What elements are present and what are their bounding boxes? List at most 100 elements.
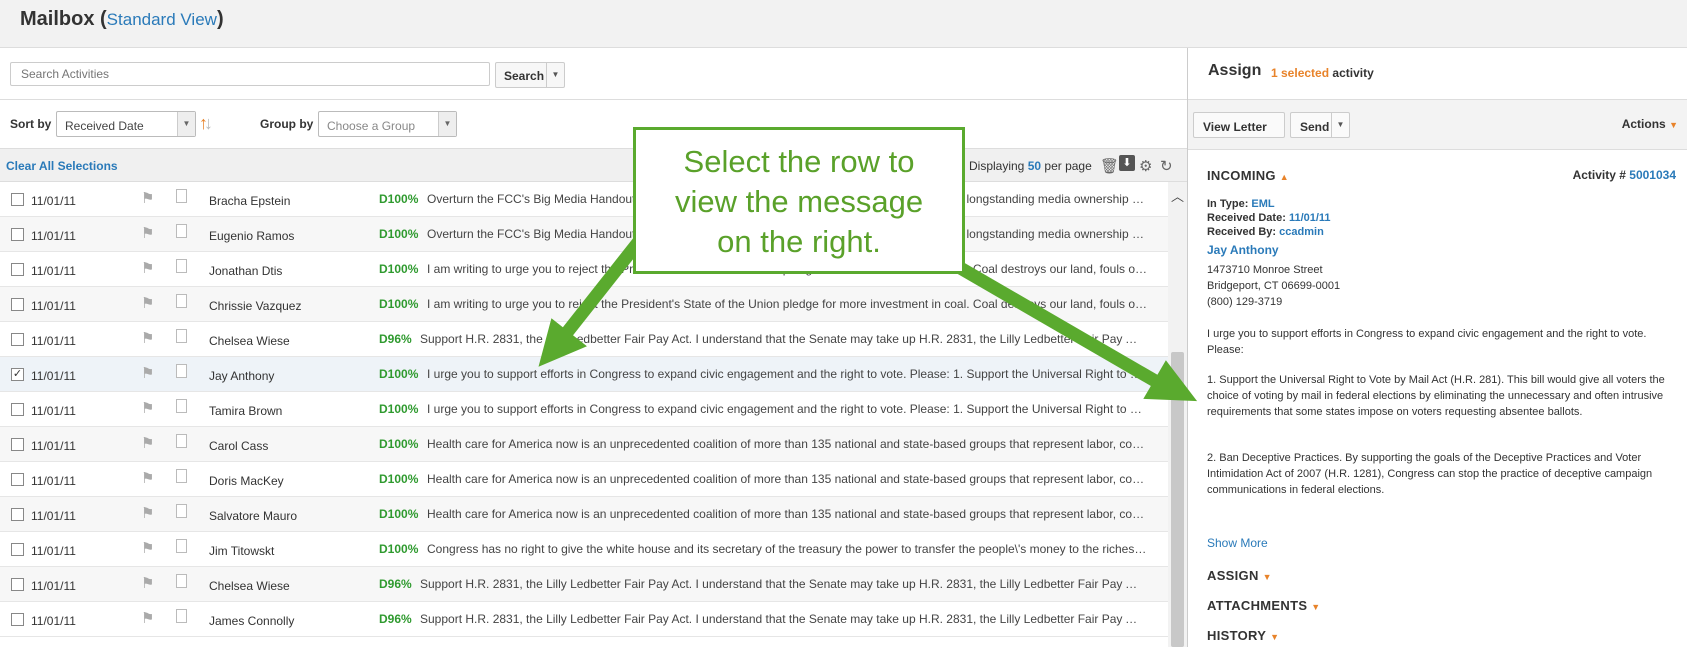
row-checkbox[interactable]: [11, 438, 24, 451]
table-row[interactable]: 11/01/11 ⚑ James Connolly D96% Support H.R. …: [0, 602, 1168, 637]
in-type: In Type: EML: [1207, 198, 1275, 210]
clear-all-selections-link[interactable]: Clear All Selections: [6, 159, 118, 173]
document-icon[interactable]: [176, 469, 187, 483]
row-date: 11/01/11: [31, 369, 76, 383]
flag-icon[interactable]: ⚑: [141, 469, 154, 487]
received-by: Received By: ccadmin: [1207, 226, 1324, 238]
row-checkbox[interactable]: [11, 578, 24, 591]
flag-icon[interactable]: ⚑: [141, 399, 154, 417]
search-dropdown-chevron-icon[interactable]: ▼: [546, 63, 564, 87]
row-checkbox[interactable]: [11, 228, 24, 241]
message-paragraph-2: 1. Support the Universal Right to Vote b…: [1207, 374, 1665, 418]
caret-up-icon: ▲: [1279, 172, 1289, 182]
flag-icon[interactable]: ⚑: [141, 504, 154, 522]
sort-by-select[interactable]: Received Date ▼: [56, 111, 196, 137]
table-row[interactable]: 11/01/11 ⚑ Eugenio Ramos D100% Overturn the …: [0, 217, 1168, 252]
refresh-icon[interactable]: ↻: [1160, 157, 1173, 175]
table-row[interactable]: 11/01/11 ⚑ Chelsea Wiese D96% Support H.R. 2…: [0, 567, 1168, 602]
send-chevron-down-icon[interactable]: ▼: [1331, 113, 1349, 137]
table-row[interactable]: 11/01/11 ⚑ Salvatore Mauro D100% Health care…: [0, 497, 1168, 532]
scroll-up-chevron-icon[interactable]: ︿: [1171, 186, 1184, 205]
flag-icon[interactable]: ⚑: [141, 329, 154, 347]
attachments-section-label: ATTACHMENTS: [1207, 598, 1308, 613]
document-icon[interactable]: [176, 434, 187, 448]
flag-icon[interactable]: ⚑: [141, 294, 154, 312]
caret-down-icon: ▼: [1270, 632, 1280, 642]
history-section-toggle[interactable]: HISTORY ▼: [1207, 628, 1279, 643]
table-row[interactable]: 11/01/11 ⚑ Bracha Epstein D100% Overturn the…: [0, 182, 1168, 217]
document-icon[interactable]: [176, 294, 187, 308]
row-checkbox[interactable]: [11, 298, 24, 311]
row-match-score: D100%: [379, 472, 419, 486]
view-letter-button[interactable]: View Letter: [1193, 112, 1285, 138]
table-row[interactable]: 11/01/11 ⚑ Carol Cass D100% Health care for …: [0, 427, 1168, 462]
scroll-thumb[interactable]: [1171, 352, 1184, 647]
table-row[interactable]: 11/01/11 ⚑ Jim Titowskt D100% Congress has n…: [0, 532, 1168, 567]
received-date: Received Date: 11/01/11: [1207, 212, 1331, 224]
show-more-link[interactable]: Show More: [1207, 536, 1268, 550]
row-date: 11/01/11: [31, 404, 76, 418]
sender-name[interactable]: Jay Anthony: [1207, 243, 1279, 257]
document-icon[interactable]: [176, 259, 187, 273]
gear-icon[interactable]: ⚙: [1139, 157, 1152, 175]
received-by-value[interactable]: ccadmin: [1279, 226, 1324, 238]
activity-label: Activity #: [1572, 168, 1626, 182]
row-checkbox[interactable]: [11, 193, 24, 206]
document-icon[interactable]: [176, 329, 187, 343]
flag-icon[interactable]: ⚑: [141, 574, 154, 592]
table-row[interactable]: 11/01/11 ⚑ Jonathan Dtis D100% I am writing …: [0, 252, 1168, 287]
list-scrollbar[interactable]: ︿: [1168, 182, 1187, 647]
row-checkbox[interactable]: [11, 403, 24, 416]
row-checkbox[interactable]: [11, 333, 24, 346]
row-sender-name: Chelsea Wiese: [209, 334, 290, 348]
actions-menu[interactable]: Actions ▼: [1622, 117, 1678, 131]
download-icon[interactable]: ⬇: [1119, 155, 1135, 171]
attachments-section-toggle[interactable]: ATTACHMENTS ▼: [1207, 598, 1320, 613]
per-page-count[interactable]: 50: [1028, 159, 1041, 173]
search-button[interactable]: Search ▼: [495, 62, 565, 88]
flag-icon[interactable]: ⚑: [141, 224, 154, 242]
row-checkbox[interactable]: [11, 473, 24, 486]
activity-number-link[interactable]: 5001034: [1629, 168, 1676, 182]
document-icon[interactable]: [176, 574, 187, 588]
sort-direction-icon[interactable]: ↑↓: [199, 113, 213, 134]
row-checkbox[interactable]: [11, 613, 24, 626]
flag-icon[interactable]: ⚑: [141, 364, 154, 382]
table-row[interactable]: 11/01/11 ⚑ Doris MacKey D100% Health care fo…: [0, 462, 1168, 497]
flag-icon[interactable]: ⚑: [141, 259, 154, 277]
display-suffix: per page: [1044, 159, 1092, 173]
incoming-section-toggle[interactable]: INCOMING ▲: [1207, 168, 1289, 183]
assign-section-toggle[interactable]: ASSIGN ▼: [1207, 568, 1272, 583]
activity-list-pane: Search ▼ Sort by Received Date ▼ ↑↓ Grou…: [0, 48, 1187, 647]
standard-view-link[interactable]: Standard View: [107, 10, 217, 29]
document-icon[interactable]: [176, 539, 187, 553]
flag-icon[interactable]: ⚑: [141, 434, 154, 452]
document-icon[interactable]: [176, 609, 187, 623]
row-subject: I urge you to support efforts in Congres…: [427, 367, 1147, 381]
row-subject: Congress has no right to give the white …: [427, 542, 1147, 556]
row-sender-name: Eugenio Ramos: [209, 229, 295, 243]
document-icon[interactable]: [176, 189, 187, 203]
flag-icon[interactable]: ⚑: [141, 609, 154, 627]
document-icon[interactable]: [176, 504, 187, 518]
document-icon[interactable]: [176, 364, 187, 378]
send-button[interactable]: Send ▼: [1290, 112, 1350, 138]
row-checkbox[interactable]: [11, 508, 24, 521]
group-by-placeholder: Choose a Group: [327, 119, 416, 133]
table-row[interactable]: 11/01/11 ⚑ Tamira Brown D100% I urge you to …: [0, 392, 1168, 427]
group-by-select[interactable]: Choose a Group ▼: [318, 111, 457, 137]
sort-by-value: Received Date: [65, 119, 144, 133]
search-input[interactable]: [10, 62, 490, 86]
table-row[interactable]: ✓ 11/01/11 ⚑ Jay Anthony D100% I urge you to …: [0, 357, 1168, 392]
document-icon[interactable]: [176, 224, 187, 238]
row-checkbox[interactable]: [11, 543, 24, 556]
document-icon[interactable]: [176, 399, 187, 413]
row-checkbox[interactable]: ✓: [11, 368, 24, 381]
table-row[interactable]: 11/01/11 ⚑ Chelsea Wiese D96% Support H.R. 2…: [0, 322, 1168, 357]
table-row[interactable]: 11/01/11 ⚑ Chrissie Vazquez D100% I am writi…: [0, 287, 1168, 322]
flag-icon[interactable]: ⚑: [141, 189, 154, 207]
row-sender-name: Chrissie Vazquez: [209, 299, 302, 313]
trash-icon[interactable]: 🗑: [1100, 157, 1119, 175]
row-checkbox[interactable]: [11, 263, 24, 276]
flag-icon[interactable]: ⚑: [141, 539, 154, 557]
